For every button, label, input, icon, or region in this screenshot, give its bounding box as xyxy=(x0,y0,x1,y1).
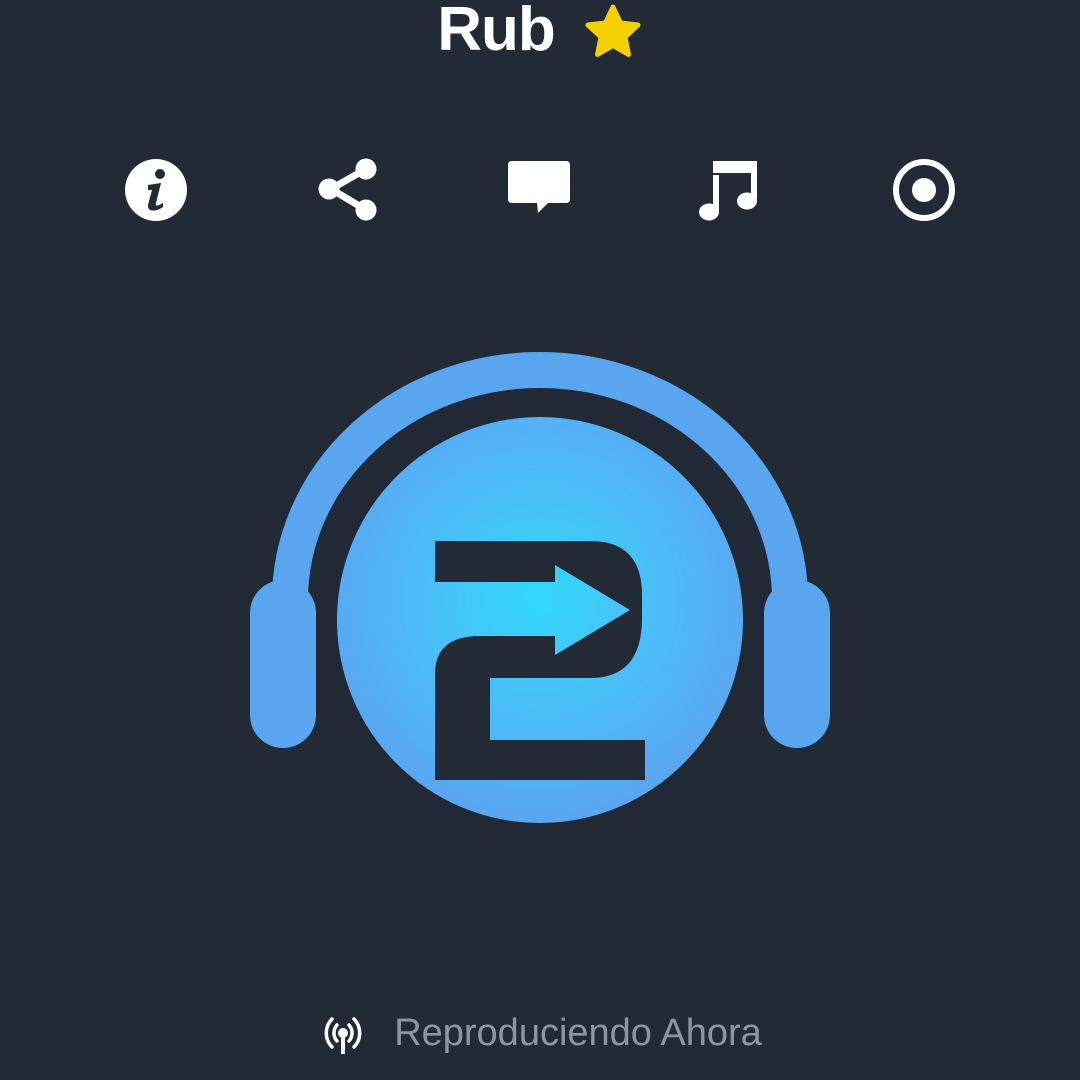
chat-bubble-icon xyxy=(508,161,570,213)
record-icon xyxy=(893,159,955,221)
station-title: Rub xyxy=(437,0,556,64)
songs-button[interactable] xyxy=(692,150,772,230)
star-icon[interactable] xyxy=(583,2,643,62)
headphones-logo xyxy=(210,300,870,900)
broadcast-icon xyxy=(324,1017,362,1054)
now-playing-label: Reproduciendo Ahora xyxy=(394,1012,762,1054)
station-logo xyxy=(0,300,1080,900)
title-row: Rub xyxy=(0,0,1080,70)
info-icon xyxy=(125,159,187,221)
record-button[interactable] xyxy=(884,150,964,230)
share-icon xyxy=(318,158,377,221)
music-note-icon xyxy=(699,161,757,221)
share-button[interactable] xyxy=(308,150,388,230)
now-playing-status: Reproduciendo Ahora xyxy=(0,1005,1080,1061)
radio-player-screen: Rub Reproduciendo Ahora xyxy=(0,0,1080,1080)
action-toolbar xyxy=(0,150,1080,230)
info-button[interactable] xyxy=(116,150,196,230)
comments-button[interactable] xyxy=(499,150,579,230)
